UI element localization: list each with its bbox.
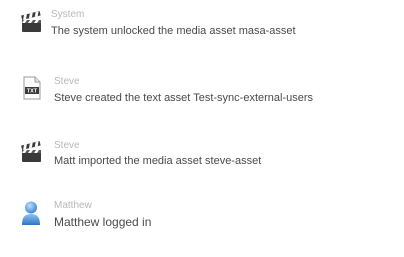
clapperboard-icon bbox=[21, 140, 43, 166]
activity-item: TXT Steve Steve created the text asset T… bbox=[0, 74, 404, 114]
activity-message: Matt imported the media asset steve-asse… bbox=[54, 155, 262, 167]
activity-author: Steve bbox=[54, 140, 80, 151]
activity-author: System bbox=[51, 9, 85, 20]
activity-feed: System The system unlocked the media ass… bbox=[0, 0, 404, 257]
activity-message: The system unlocked the media asset masa… bbox=[51, 25, 296, 37]
activity-message: Matthew logged in bbox=[54, 215, 152, 229]
file-badge-label: TXT bbox=[27, 89, 38, 95]
activity-message: Steve created the text asset Test-sync-e… bbox=[54, 92, 314, 104]
user-icon bbox=[20, 200, 42, 226]
activity-item: System The system unlocked the media ass… bbox=[0, 8, 404, 48]
activity-item: Steve Matt imported the media asset stev… bbox=[0, 138, 404, 178]
activity-author: Matthew bbox=[54, 200, 92, 211]
text-file-icon: TXT bbox=[22, 76, 44, 102]
clapperboard-icon bbox=[21, 10, 43, 36]
activity-author: Steve bbox=[54, 76, 80, 87]
activity-item: Matthew Matthew logged in bbox=[0, 198, 404, 238]
